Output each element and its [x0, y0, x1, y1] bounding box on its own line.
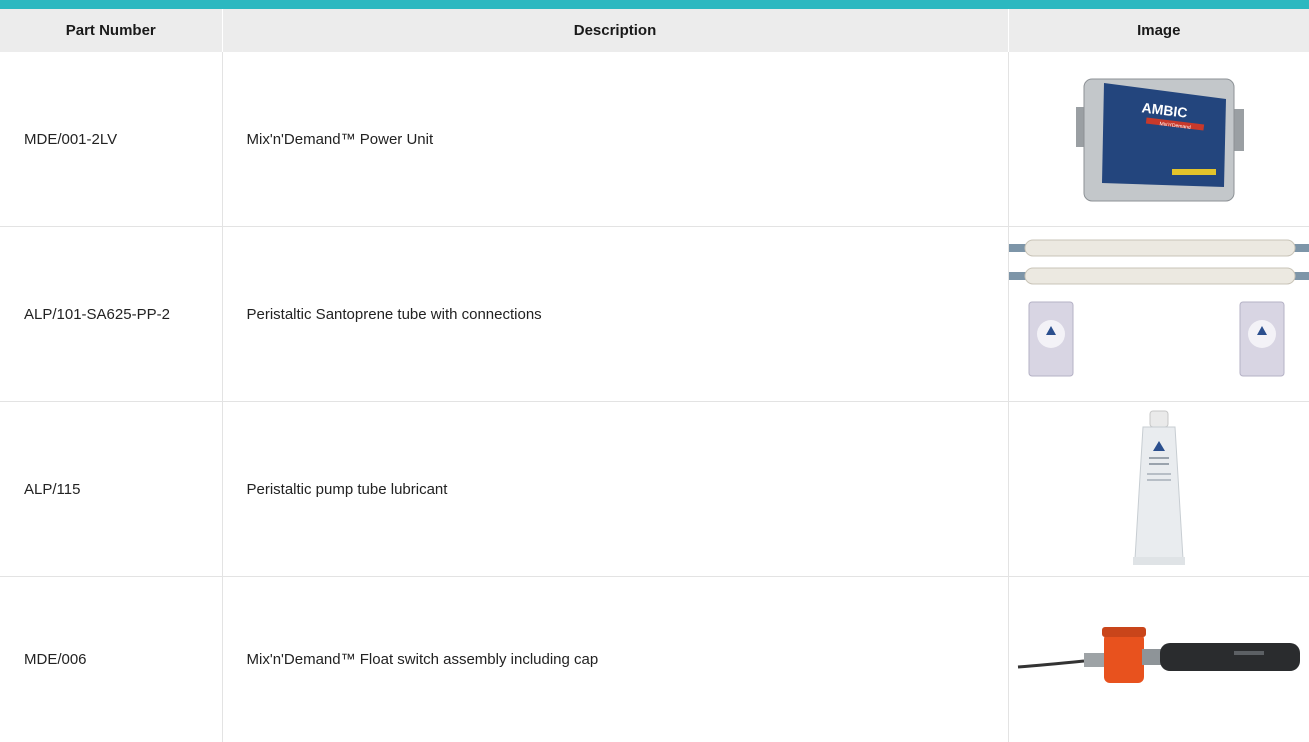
float-switch-image [1014, 605, 1304, 715]
description-cell: Mix'n'Demand™ Power Unit [222, 52, 1008, 227]
table-row: ALP/115 Peristaltic pump tube lubricant [0, 402, 1309, 577]
part-number-cell: MDE/001-2LV [0, 52, 222, 227]
parts-table: Part Number Description Image MDE/001-2L… [0, 9, 1309, 742]
description-cell: Mix'n'Demand™ Float switch assembly incl… [222, 577, 1008, 742]
table-row: ALP/101-SA625-PP-2 Peristaltic Santopren… [0, 227, 1309, 402]
description-cell: Peristaltic pump tube lubricant [222, 402, 1008, 577]
header-description: Description [222, 9, 1008, 52]
santoprene-tube-image [1009, 234, 1309, 394]
part-number-cell: MDE/006 [0, 577, 222, 742]
description-cell: Peristaltic Santoprene tube with connect… [222, 227, 1008, 402]
power-unit-image: AMBIC Mix'n'Demand [1054, 69, 1264, 209]
table-header-row: Part Number Description Image [0, 9, 1309, 52]
accent-bar [0, 0, 1309, 9]
header-part-number: Part Number [0, 9, 222, 52]
header-image: Image [1008, 9, 1309, 52]
table-row: MDE/001-2LV Mix'n'Demand™ Power Unit AMB… [0, 52, 1309, 227]
lubricant-tube-image [1119, 409, 1199, 569]
part-number-cell: ALP/101-SA625-PP-2 [0, 227, 222, 402]
part-number-cell: ALP/115 [0, 402, 222, 577]
table-row: MDE/006 Mix'n'Demand™ Float switch assem… [0, 577, 1309, 742]
